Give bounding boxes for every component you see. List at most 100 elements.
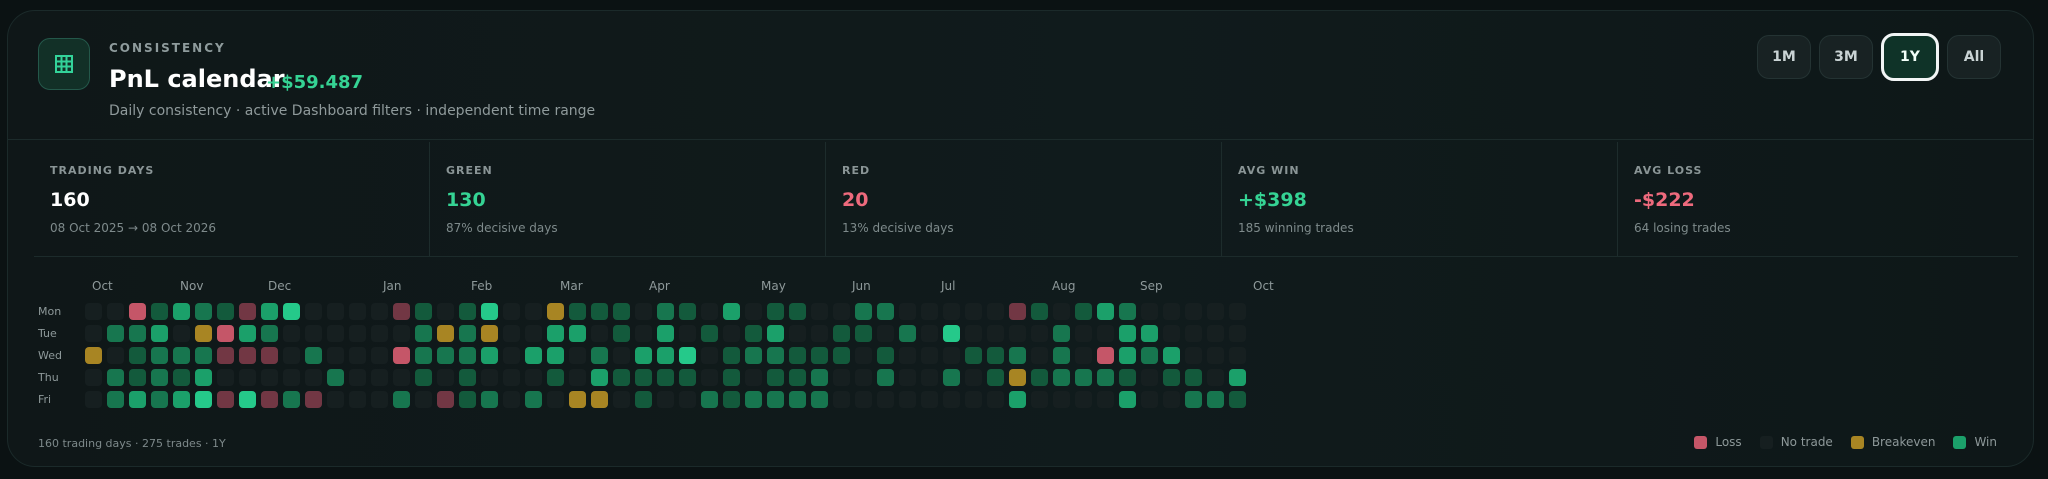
day-cell[interactable] — [327, 347, 344, 364]
day-cell[interactable] — [195, 369, 212, 386]
day-cell[interactable] — [261, 369, 278, 386]
day-cell[interactable] — [371, 325, 388, 342]
day-cell[interactable] — [1031, 303, 1048, 320]
day-cell[interactable] — [415, 347, 432, 364]
day-cell[interactable] — [943, 347, 960, 364]
day-cell[interactable] — [811, 391, 828, 408]
day-cell[interactable] — [503, 391, 520, 408]
day-cell[interactable] — [173, 369, 190, 386]
day-cell[interactable] — [1097, 347, 1114, 364]
day-cell[interactable] — [283, 303, 300, 320]
day-cell[interactable] — [1185, 347, 1202, 364]
day-cell[interactable] — [657, 369, 674, 386]
day-cell[interactable] — [855, 347, 872, 364]
day-cell[interactable] — [1053, 325, 1070, 342]
day-cell[interactable] — [657, 347, 674, 364]
day-cell[interactable] — [679, 325, 696, 342]
day-cell[interactable] — [393, 347, 410, 364]
day-cell[interactable] — [679, 391, 696, 408]
day-cell[interactable] — [481, 303, 498, 320]
day-cell[interactable] — [723, 391, 740, 408]
day-cell[interactable] — [239, 325, 256, 342]
day-cell[interactable] — [789, 325, 806, 342]
day-cell[interactable] — [1207, 369, 1224, 386]
day-cell[interactable] — [305, 391, 322, 408]
day-cell[interactable] — [1097, 325, 1114, 342]
day-cell[interactable] — [1031, 347, 1048, 364]
day-cell[interactable] — [1119, 347, 1136, 364]
day-cell[interactable] — [899, 391, 916, 408]
day-cell[interactable] — [1163, 369, 1180, 386]
day-cell[interactable] — [1097, 391, 1114, 408]
range-1y-button[interactable]: 1Y — [1881, 33, 1939, 81]
day-cell[interactable] — [261, 391, 278, 408]
day-cell[interactable] — [899, 347, 916, 364]
day-cell[interactable] — [569, 391, 586, 408]
day-cell[interactable] — [349, 347, 366, 364]
day-cell[interactable] — [1031, 391, 1048, 408]
day-cell[interactable] — [877, 347, 894, 364]
day-cell[interactable] — [635, 391, 652, 408]
day-cell[interactable] — [107, 303, 124, 320]
day-cell[interactable] — [261, 303, 278, 320]
day-cell[interactable] — [525, 391, 542, 408]
day-cell[interactable] — [833, 347, 850, 364]
day-cell[interactable] — [745, 391, 762, 408]
day-cell[interactable] — [767, 391, 784, 408]
day-cell[interactable] — [987, 369, 1004, 386]
day-cell[interactable] — [547, 325, 564, 342]
day-cell[interactable] — [723, 303, 740, 320]
day-cell[interactable] — [371, 391, 388, 408]
day-cell[interactable] — [1097, 369, 1114, 386]
day-cell[interactable] — [635, 369, 652, 386]
day-cell[interactable] — [921, 391, 938, 408]
day-cell[interactable] — [1075, 369, 1092, 386]
day-cell[interactable] — [173, 303, 190, 320]
day-cell[interactable] — [591, 325, 608, 342]
day-cell[interactable] — [393, 369, 410, 386]
day-cell[interactable] — [151, 303, 168, 320]
day-cell[interactable] — [547, 347, 564, 364]
day-cell[interactable] — [745, 325, 762, 342]
day-cell[interactable] — [437, 369, 454, 386]
day-cell[interactable] — [327, 303, 344, 320]
day-cell[interactable] — [855, 391, 872, 408]
day-cell[interactable] — [635, 303, 652, 320]
day-cell[interactable] — [459, 303, 476, 320]
day-cell[interactable] — [437, 391, 454, 408]
day-cell[interactable] — [151, 369, 168, 386]
day-cell[interactable] — [371, 347, 388, 364]
range-1m-button[interactable]: 1M — [1757, 35, 1811, 79]
day-cell[interactable] — [173, 325, 190, 342]
day-cell[interactable] — [701, 369, 718, 386]
day-cell[interactable] — [767, 347, 784, 364]
day-cell[interactable] — [855, 369, 872, 386]
day-cell[interactable] — [1119, 369, 1136, 386]
day-cell[interactable] — [811, 347, 828, 364]
day-cell[interactable] — [921, 325, 938, 342]
day-cell[interactable] — [1229, 391, 1246, 408]
day-cell[interactable] — [1207, 347, 1224, 364]
day-cell[interactable] — [239, 369, 256, 386]
day-cell[interactable] — [1185, 303, 1202, 320]
day-cell[interactable] — [129, 391, 146, 408]
day-cell[interactable] — [635, 347, 652, 364]
day-cell[interactable] — [481, 369, 498, 386]
day-cell[interactable] — [129, 325, 146, 342]
day-cell[interactable] — [239, 303, 256, 320]
day-cell[interactable] — [129, 347, 146, 364]
day-cell[interactable] — [679, 369, 696, 386]
day-cell[interactable] — [349, 325, 366, 342]
day-cell[interactable] — [1229, 325, 1246, 342]
day-cell[interactable] — [283, 325, 300, 342]
day-cell[interactable] — [195, 303, 212, 320]
day-cell[interactable] — [415, 325, 432, 342]
day-cell[interactable] — [1207, 325, 1224, 342]
day-cell[interactable] — [1053, 347, 1070, 364]
day-cell[interactable] — [1229, 347, 1246, 364]
day-cell[interactable] — [789, 391, 806, 408]
day-cell[interactable] — [481, 347, 498, 364]
day-cell[interactable] — [283, 347, 300, 364]
day-cell[interactable] — [723, 369, 740, 386]
day-cell[interactable] — [657, 325, 674, 342]
